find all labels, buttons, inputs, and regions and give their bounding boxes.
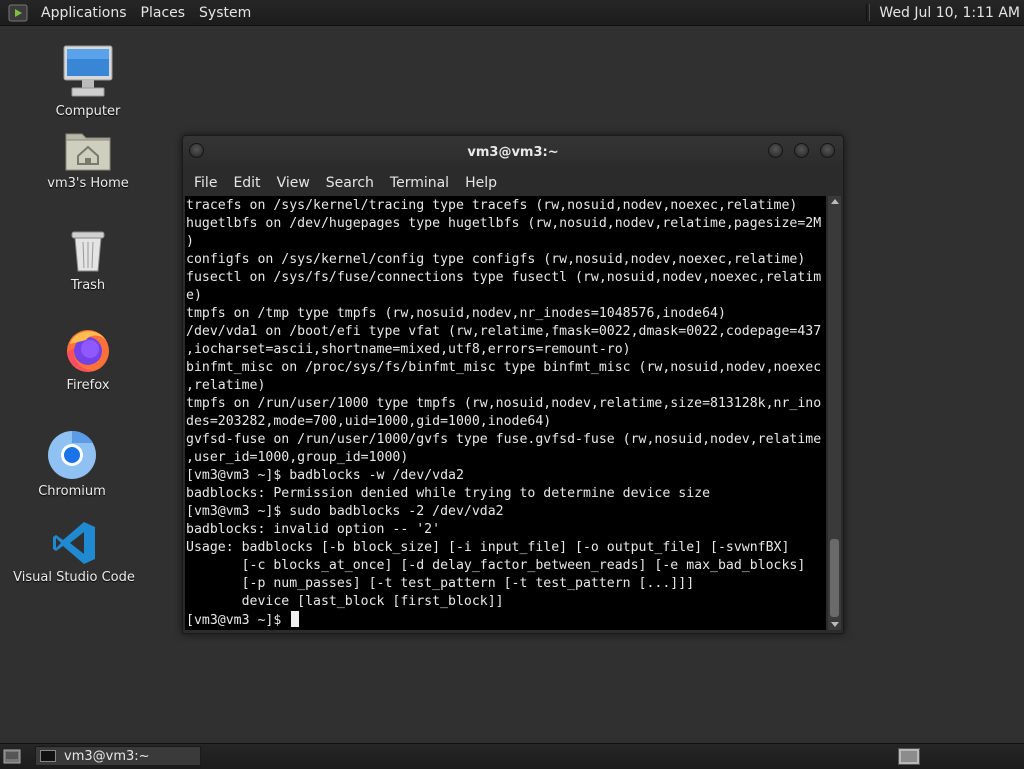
terminal-line: [vm3@vm3 ~]$ badblocks -w /dev/vda2: [186, 468, 464, 483]
taskbar-item-terminal[interactable]: vm3@vm3:~: [35, 746, 201, 766]
terminal-line: gvfsd-fuse on /run/user/1000/gvfs type f…: [186, 432, 822, 447]
applications-menu-icon[interactable]: [8, 3, 28, 23]
menu-edit[interactable]: Edit: [225, 175, 268, 191]
desktop-icon-firefox[interactable]: Firefox: [48, 326, 128, 393]
terminal-scrollbar[interactable]: [828, 196, 841, 630]
taskbar-item-label: vm3@vm3:~: [64, 748, 150, 764]
terminal-line: ,iocharset=ascii,shortname=mixed,utf8,er…: [186, 342, 631, 357]
menu-terminal[interactable]: Terminal: [382, 175, 457, 191]
bottom-panel: vm3@vm3:~: [0, 743, 1024, 769]
desktop-icon-trash[interactable]: Trash: [48, 228, 128, 293]
terminal-line: e): [186, 288, 202, 303]
terminal-line: binfmt_misc on /proc/sys/fs/binfmt_misc …: [186, 360, 822, 375]
firefox-icon: [67, 330, 109, 372]
terminal-output[interactable]: tracefs on /sys/kernel/tracing type trac…: [185, 196, 826, 630]
scrollbar-thumb[interactable]: [830, 539, 839, 617]
minimize-button[interactable]: [768, 143, 783, 158]
terminal-line: tmpfs on /run/user/1000 type tmpfs (rw,n…: [186, 396, 822, 411]
system-menu[interactable]: System: [192, 5, 258, 21]
terminal-line: [vm3@vm3 ~]$ sudo badblocks -2 /dev/vda2: [186, 504, 504, 519]
desktop-icon-label: Firefox: [66, 378, 110, 393]
desktop-icon-label: vm3's Home: [47, 176, 129, 191]
chromium-icon: [48, 430, 96, 479]
terminal-line: configfs on /sys/kernel/config type conf…: [186, 252, 806, 267]
menu-help[interactable]: Help: [457, 175, 505, 191]
terminal-line: Usage: badblocks [-b block_size] [-i inp…: [186, 540, 790, 555]
workspace-thumbnail: [901, 751, 917, 762]
applications-menu[interactable]: Applications: [34, 5, 134, 21]
window-menu-button[interactable]: [189, 143, 204, 158]
desktop-icon-label: Computer: [55, 104, 121, 119]
terminal-line: hugetlbfs on /dev/hugepages type hugetlb…: [186, 216, 822, 231]
terminal-cursor: [291, 611, 300, 627]
terminal-icon: [40, 750, 56, 762]
desktop-icon-home[interactable]: vm3's Home: [38, 128, 138, 191]
terminal-line: [-c blocks_at_once] [-d delay_factor_bet…: [186, 558, 806, 573]
menu-search[interactable]: Search: [318, 175, 382, 191]
terminal-line: device [last_block [first_block]]: [186, 594, 504, 609]
places-menu[interactable]: Places: [134, 5, 193, 21]
terminal-line: [-p num_passes] [-t test_pattern [-t tes…: [186, 576, 695, 591]
scroll-up-arrow-icon[interactable]: [831, 199, 839, 204]
terminal-prompt-line: [vm3@vm3 ~]$: [186, 611, 826, 629]
vscode-icon: [53, 522, 95, 564]
terminal-line: tmpfs on /tmp type tmpfs (rw,nosuid,node…: [186, 306, 726, 321]
workspace-switcher[interactable]: [898, 748, 920, 765]
terminal-prompt: [vm3@vm3 ~]$: [186, 613, 290, 628]
maximize-button[interactable]: [794, 143, 809, 158]
terminal-line: /dev/vda1 on /boot/efi type vfat (rw,rel…: [186, 324, 822, 339]
terminal-window[interactable]: vm3@vm3:~ File Edit View Search Terminal…: [182, 135, 844, 634]
terminal-line: ,relatime): [186, 378, 266, 393]
panel-separator: [866, 4, 871, 21]
terminal-line: tracefs on /sys/kernel/tracing type trac…: [186, 198, 798, 213]
terminal-line: des=203282,mode=700,uid=1000,gid=1000,in…: [186, 414, 552, 429]
menu-file[interactable]: File: [186, 175, 225, 191]
desktop-icon-chromium[interactable]: Chromium: [32, 430, 112, 499]
menu-view[interactable]: View: [269, 175, 318, 191]
close-button[interactable]: [820, 143, 835, 158]
terminal-line: badblocks: Permission denied while tryin…: [186, 486, 711, 501]
terminal-line: ): [186, 234, 194, 249]
desktop-icon-label: Visual Studio Code: [13, 570, 135, 585]
terminal-line: ,user_id=1000,group_id=1000): [186, 450, 409, 465]
computer-icon: [63, 45, 113, 97]
show-desktop-icon[interactable]: [3, 749, 21, 764]
terminal-menubar: File Edit View Search Terminal Help: [183, 168, 843, 198]
top-panel: Applications Places System Wed Jul 10, 1…: [0, 0, 1024, 26]
desktop-icon-label: Trash: [70, 278, 106, 293]
terminal-line: badblocks: invalid option -- '2': [186, 522, 441, 537]
desktop-icon-vscode[interactable]: Visual Studio Code: [13, 520, 135, 585]
clock[interactable]: Wed Jul 10, 1:11 AM: [879, 5, 1024, 21]
terminal-line: fusectl on /sys/fs/fuse/connections type…: [186, 270, 822, 285]
scroll-down-arrow-icon[interactable]: [831, 622, 839, 627]
trash-icon: [71, 231, 105, 272]
window-titlebar[interactable]: vm3@vm3:~: [183, 136, 843, 168]
window-title: vm3@vm3:~: [467, 144, 559, 160]
home-folder-icon: [65, 133, 111, 171]
desktop-icon-computer[interactable]: Computer: [48, 44, 128, 119]
desktop-icon-label: Chromium: [38, 484, 106, 499]
